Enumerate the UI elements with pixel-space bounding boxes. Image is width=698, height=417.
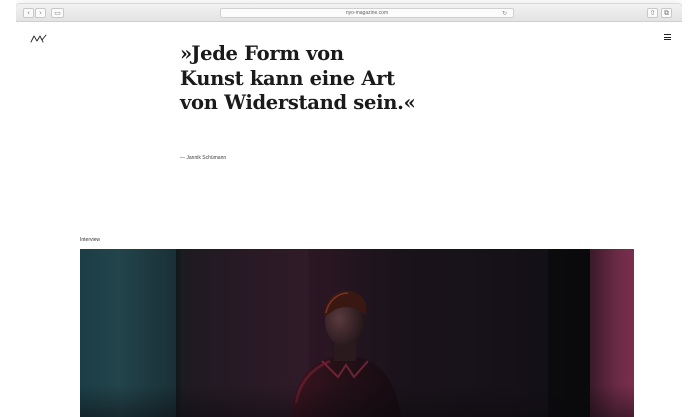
chevron-left-icon: ‹: [27, 9, 30, 17]
chevron-right-icon: ›: [39, 9, 42, 17]
sidebar-icon: ▭: [54, 9, 61, 17]
browser-window: ‹ › ▭ nyo-magazine.com ↻ ⇧ ⧉ »Jede Form …: [16, 4, 682, 417]
hamburger-menu-icon[interactable]: [664, 34, 671, 40]
forward-button[interactable]: ›: [35, 8, 46, 18]
tabs-icon: ⧉: [664, 9, 669, 17]
section-label[interactable]: Interview: [80, 237, 100, 243]
headline-quote: »Jede Form von Kunst kann eine Art von W…: [180, 42, 500, 116]
tabs-button[interactable]: ⧉: [661, 8, 672, 18]
portrait-photo[interactable]: [80, 249, 634, 417]
browser-toolbar: ‹ › ▭ nyo-magazine.com ↻ ⇧ ⧉: [16, 4, 682, 22]
reload-icon[interactable]: ↻: [502, 9, 507, 18]
left-margin: [0, 0, 16, 417]
sidebar-button[interactable]: ▭: [51, 8, 64, 18]
page-content: »Jede Form von Kunst kann eine Art von W…: [16, 22, 682, 417]
right-margin: [682, 0, 698, 417]
quote-line: Kunst kann eine Art: [180, 66, 395, 90]
quote-line: von Widerstand sein.«: [180, 91, 416, 114]
share-button[interactable]: ⇧: [647, 8, 658, 18]
back-button[interactable]: ‹: [23, 8, 34, 18]
address-bar[interactable]: nyo-magazine.com ↻: [220, 8, 514, 18]
share-icon: ⇧: [649, 9, 656, 17]
nyo-logo-icon[interactable]: [30, 34, 48, 44]
url-text: nyo-magazine.com: [345, 10, 389, 16]
quote-author: — Jannik Schümann: [180, 155, 227, 161]
quote-line: »Jede Form von: [180, 42, 344, 65]
